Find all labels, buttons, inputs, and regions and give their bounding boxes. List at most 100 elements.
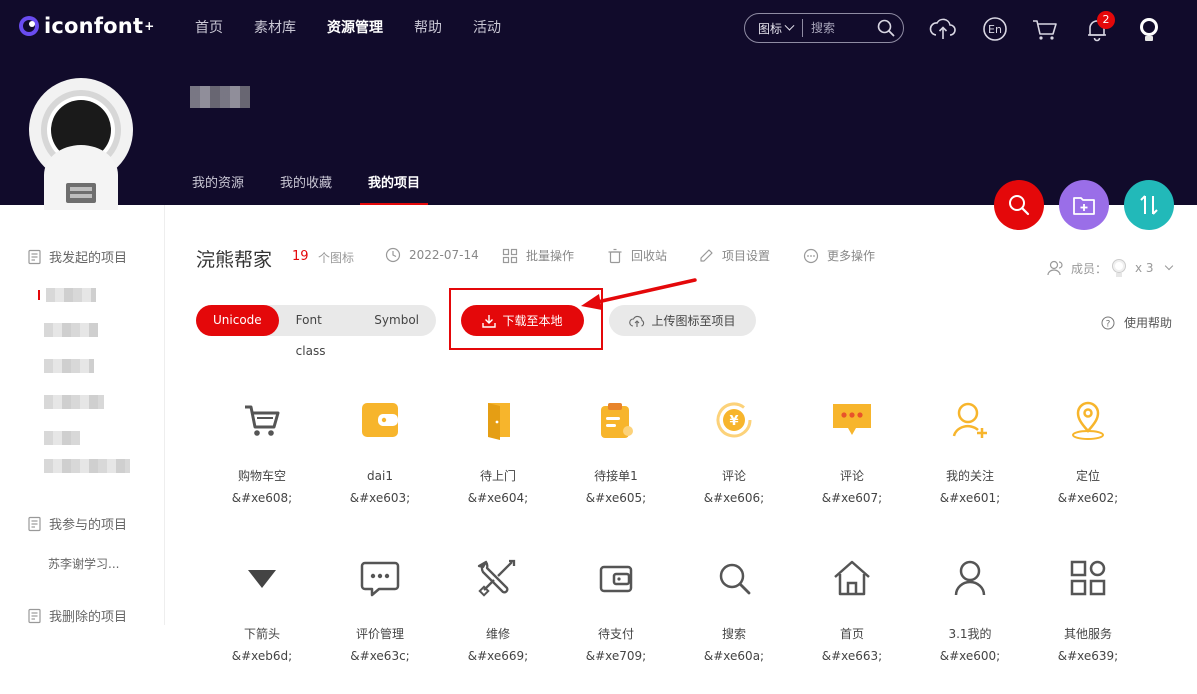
more-dots-icon (803, 248, 819, 263)
icon-card[interactable]: 首页 &#xe663; (793, 556, 911, 664)
icon-card[interactable]: 评论 &#xe607; (793, 398, 911, 506)
more-actions-button[interactable]: 更多操作 (803, 247, 875, 264)
icon-name: 下箭头 (243, 627, 280, 641)
tab-my-favorites[interactable]: 我的收藏 (280, 172, 332, 205)
sidebar-group-my-projects[interactable]: 我发起的项目 (27, 247, 127, 266)
cart-icon[interactable] (1031, 15, 1059, 43)
icon-code: &#xe709; (585, 649, 647, 663)
icon-name: 维修 (485, 627, 510, 641)
sidebar-item-project-4[interactable] (44, 395, 104, 409)
batch-operation-button[interactable]: 批量操作 (502, 247, 574, 264)
icon-card[interactable]: dai1 &#xe603; (321, 398, 439, 506)
nav-activity[interactable]: 活动 (473, 18, 501, 38)
user-avatar-icon[interactable] (1135, 15, 1163, 43)
project-settings-button[interactable]: 项目设置 (698, 247, 770, 264)
upload-cloud-icon (629, 315, 645, 327)
tab-unicode[interactable]: Unicode (196, 305, 279, 336)
project-members[interactable]: 成员： x 3 (1047, 258, 1173, 278)
icon-card[interactable]: 购物车空 &#xe608; (203, 398, 321, 506)
icon-name: 评论 (721, 469, 746, 483)
members-icon (1047, 260, 1063, 276)
icon-count-label: 个图标 (318, 251, 355, 265)
clock-icon (385, 247, 401, 263)
recycle-bin-label: 回收站 (631, 249, 668, 263)
tab-symbol[interactable]: Symbol (357, 305, 436, 336)
language-en-icon[interactable]: En (981, 15, 1009, 43)
font-type-tabs: Unicode Font class Symbol (196, 305, 436, 358)
search-icon[interactable] (877, 19, 895, 37)
chat-bubble-icon (833, 404, 871, 435)
door-icon (488, 403, 510, 440)
download-icon (482, 314, 497, 328)
icon-name: 待接单1 (594, 469, 638, 483)
search-icon (719, 563, 751, 595)
nav-help[interactable]: 帮助 (414, 18, 442, 38)
icon-card[interactable]: 评价管理 &#xe63c; (321, 556, 439, 664)
help-label: 使用帮助 (1124, 316, 1173, 330)
yen-refresh-icon: ¥ (716, 402, 752, 438)
help-link[interactable]: ? 使用帮助 (1101, 314, 1172, 331)
svg-text:¥: ¥ (729, 414, 738, 429)
sidebar-group-label: 我参与的项目 (49, 518, 128, 533)
icon-card[interactable]: 下箭头 &#xeb6d; (203, 556, 321, 664)
icon-card[interactable]: ¥ 评论 &#xe606; (675, 398, 793, 506)
logo[interactable]: iconfont + (18, 14, 154, 38)
icon-name: 购物车空 (237, 469, 286, 483)
fab-new-folder-button[interactable] (1059, 180, 1109, 230)
icon-count: 19 (292, 249, 309, 264)
icon-code: &#xe606; (703, 491, 765, 505)
upload-cloud-icon[interactable] (929, 15, 957, 43)
nav-resource-management[interactable]: 资源管理 (327, 18, 383, 38)
tab-my-projects[interactable]: 我的项目 (360, 172, 429, 205)
icon-card[interactable]: 3.1我的 &#xe600; (911, 556, 1029, 664)
chevron-down-icon[interactable] (1164, 261, 1173, 271)
search-bar: 图标 (744, 13, 904, 43)
upload-icon-button[interactable]: 上传图标至项目 (609, 305, 756, 336)
icon-card[interactable]: 我的关注 &#xe601; (911, 398, 1029, 506)
tools-icon (477, 559, 516, 597)
icon-code: &#xe601; (939, 491, 1001, 505)
sidebar-item-project-1[interactable] (46, 288, 96, 302)
icon-card[interactable]: 维修 &#xe669; (439, 556, 557, 664)
search-divider (802, 19, 804, 37)
sidebar-item-project-2[interactable] (44, 323, 98, 337)
icon-name: dai1 (367, 469, 393, 483)
icon-name: 3.1我的 (948, 627, 992, 641)
search-input[interactable] (811, 21, 876, 35)
icon-card[interactable]: 定位 &#xe602; (1029, 398, 1147, 506)
recycle-bin-button[interactable]: 回收站 (607, 247, 667, 264)
sidebar-group-deleted-projects[interactable]: 我删除的项目 (27, 606, 127, 625)
icon-card[interactable]: 其他服务 &#xe639; (1029, 556, 1147, 664)
notification-badge: 2 (1097, 11, 1115, 29)
search-type-select[interactable]: 图标 (758, 20, 795, 37)
sidebar-item-project-5[interactable] (44, 431, 80, 445)
nav-home[interactable]: 首页 (195, 18, 223, 38)
svg-text:?: ? (1106, 319, 1111, 329)
download-label: 下载至本地 (502, 314, 563, 328)
sidebar-item-project-3[interactable] (44, 359, 94, 373)
icon-name: 首页 (839, 627, 864, 641)
icon-code: &#xeb6d; (231, 649, 293, 663)
icon-card[interactable]: 搜索 &#xe60a; (675, 556, 793, 664)
nav-library[interactable]: 素材库 (254, 18, 296, 38)
batch-operation-label: 批量操作 (526, 249, 575, 263)
icon-card[interactable]: 待上门 &#xe604; (439, 398, 557, 506)
icon-name: 定位 (1075, 469, 1100, 483)
clipboard-icon (601, 403, 633, 438)
sidebar-group-joined-projects[interactable]: 我参与的项目 (27, 514, 127, 533)
fab-sort-button[interactable] (1124, 180, 1174, 230)
icon-card[interactable]: 待接单1 &#xe605; (557, 398, 675, 506)
triangle-down-icon (248, 570, 276, 588)
wallet-yellow-icon (362, 403, 398, 437)
sidebar-item-joined[interactable]: 苏李谢学习... (48, 555, 119, 572)
main-nav: 首页 素材库 资源管理 帮助 活动 (195, 18, 532, 38)
tab-font-class[interactable]: Font class (279, 305, 358, 358)
sidebar-item-project-6[interactable] (44, 459, 130, 473)
tab-my-resources[interactable]: 我的资源 (192, 172, 244, 205)
icon-card[interactable]: 待支付 &#xe709; (557, 556, 675, 664)
batch-grid-icon (502, 248, 518, 263)
icon-code: &#xe607; (821, 491, 883, 505)
download-local-button[interactable]: 下载至本地 (461, 305, 584, 336)
fab-search-button[interactable] (994, 180, 1044, 230)
icon-code: &#xe63c; (350, 649, 410, 663)
